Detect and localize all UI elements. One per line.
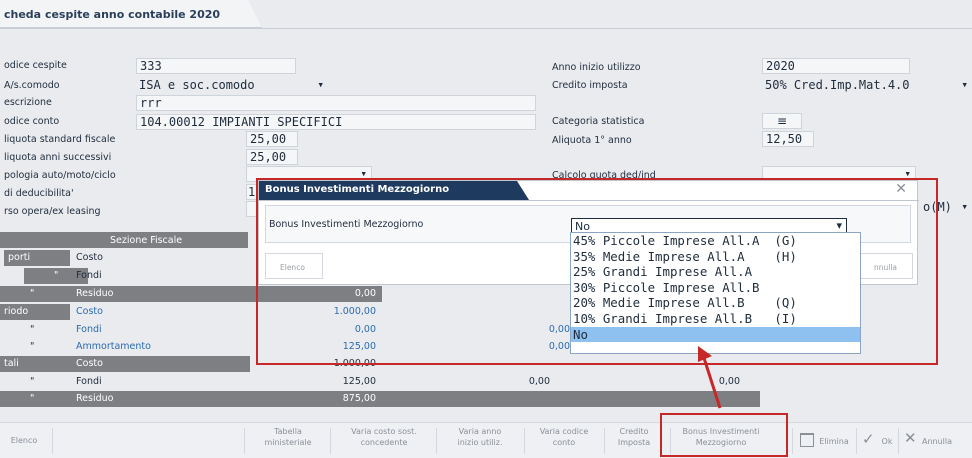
codice-cespite-label: odice cespite	[4, 60, 67, 71]
red-arrow-annotation	[698, 346, 722, 409]
aliquota-std-field[interactable]: 25,00	[246, 131, 298, 147]
table-header-sezione-fiscale: Sezione Fiscale	[110, 235, 183, 246]
toolbar-elenco-button[interactable]: Elenco	[4, 426, 44, 456]
aliquota-succ-field[interactable]: 25,00	[246, 149, 298, 165]
toolbar-separator	[524, 428, 525, 454]
toolbar-separator	[792, 428, 793, 454]
toolbar-ok-button[interactable]: Ok	[880, 426, 894, 456]
categoria-label: Categoria statistica	[552, 116, 645, 127]
table-row: " Fondi 125,00 0,00 0,00	[30, 376, 740, 387]
toolbar-varia-costo-button[interactable]: Varia costo sost. concedente	[340, 426, 428, 456]
check-icon[interactable]: ✓	[862, 430, 875, 448]
toolbar-separator	[52, 428, 53, 454]
opera-label: rso opera/ex leasing	[4, 206, 101, 217]
toolbar-separator	[244, 428, 245, 454]
toolbar-elimina-button[interactable]: Elimina	[816, 426, 852, 456]
tipologia-label: pologia auto/moto/ciclo	[4, 170, 116, 181]
aliquota-succ-label: liquota anni successivi	[4, 152, 112, 163]
toolbar-separator	[604, 428, 605, 454]
codice-conto-label: odice conto	[4, 116, 60, 127]
descrizione-field[interactable]: rrr	[136, 95, 536, 111]
codice-conto-field[interactable]: 104.00012 IMPIANTI SPECIFICI	[136, 114, 536, 130]
bonus-button-highlight	[660, 413, 788, 457]
aliquota-1-label: Aliquota 1° anno	[552, 135, 632, 146]
categoria-field[interactable]: ≡	[762, 113, 802, 129]
codice-cespite-field[interactable]: 333	[136, 58, 296, 74]
anno-inizio-label: Anno inizio utilizzo	[552, 62, 641, 73]
toolbar-varia-codice-button[interactable]: Varia codice conto	[532, 426, 596, 456]
tab-scheda-cespite[interactable]: cheda cespite anno contabile 2020	[0, 0, 262, 28]
credito-select[interactable]: 50% Cred.Imp.Mat.4.0	[762, 78, 972, 94]
aliquota-std-label: liquota standard fiscale	[4, 134, 116, 145]
toolbar-tabella-button[interactable]: Tabella ministeriale	[254, 426, 322, 456]
credito-label: Credito imposta	[552, 80, 628, 91]
toolbar-separator	[856, 428, 857, 454]
toolbar-separator	[436, 428, 437, 454]
comodo-label: A/s.comodo	[4, 80, 60, 91]
trash-icon[interactable]	[800, 433, 814, 447]
toolbar-separator	[898, 428, 899, 454]
toolbar-varia-anno-button[interactable]: Varia anno inizio utiliz.	[444, 426, 516, 456]
anno-inizio-field[interactable]: 2020	[762, 58, 910, 74]
toolbar-annulla-button[interactable]: Annulla	[922, 426, 972, 456]
table-row: " Residuo 875,00	[0, 391, 760, 407]
aliquota-1-field[interactable]: 12,50	[762, 131, 814, 147]
comodo-select[interactable]: ISA e soc.comodo	[136, 78, 328, 94]
x-icon[interactable]: ✕	[904, 429, 917, 447]
deducibilita-label: di deducibilita'	[4, 188, 74, 199]
descrizione-label: escrizione	[4, 97, 52, 108]
table-row: porti Costo	[0, 250, 260, 266]
dialog-highlight-box	[256, 178, 938, 365]
tab-divider	[0, 28, 972, 29]
toolbar-credito-button[interactable]: Credito Imposta	[612, 426, 656, 456]
table-row: " Fondi	[0, 268, 260, 284]
toolbar-separator	[330, 428, 331, 454]
